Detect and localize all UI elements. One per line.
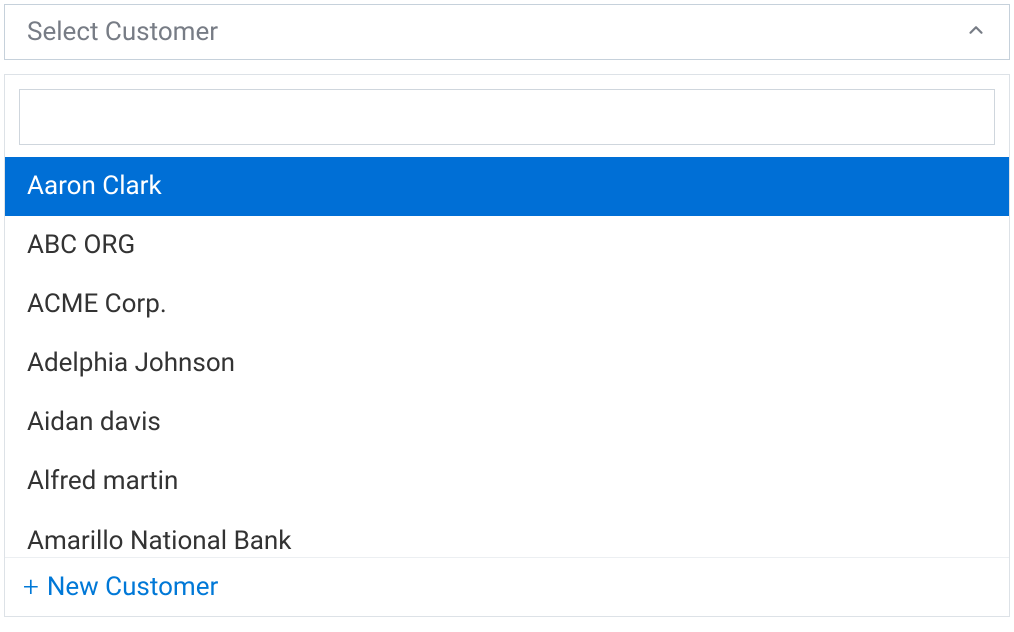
customer-option[interactable]: ABC ORG bbox=[5, 216, 1009, 275]
plus-icon: + bbox=[23, 573, 39, 601]
customer-option[interactable]: Aaron Clark bbox=[5, 157, 1009, 216]
new-customer-button[interactable]: + New Customer bbox=[5, 557, 1009, 616]
options-scroll-container[interactable]: Aaron ClarkABC ORGACME Corp.Adelphia Joh… bbox=[5, 157, 1009, 557]
customer-option[interactable]: Amarillo National Bank bbox=[5, 512, 1009, 557]
customer-options-list: Aaron ClarkABC ORGACME Corp.Adelphia Joh… bbox=[5, 157, 1009, 557]
customer-option[interactable]: Adelphia Johnson bbox=[5, 334, 1009, 393]
customer-dropdown-panel: Aaron ClarkABC ORGACME Corp.Adelphia Joh… bbox=[4, 74, 1010, 617]
search-wrapper bbox=[5, 75, 1009, 157]
customer-select-header[interactable]: Select Customer bbox=[4, 4, 1010, 60]
customer-search-input[interactable] bbox=[19, 89, 995, 145]
customer-option[interactable]: Aidan davis bbox=[5, 393, 1009, 452]
customer-select-placeholder: Select Customer bbox=[27, 17, 218, 47]
chevron-up-icon bbox=[965, 19, 987, 45]
new-customer-label: New Customer bbox=[47, 572, 218, 602]
customer-option[interactable]: ACME Corp. bbox=[5, 275, 1009, 334]
customer-option[interactable]: Alfred martin bbox=[5, 452, 1009, 511]
